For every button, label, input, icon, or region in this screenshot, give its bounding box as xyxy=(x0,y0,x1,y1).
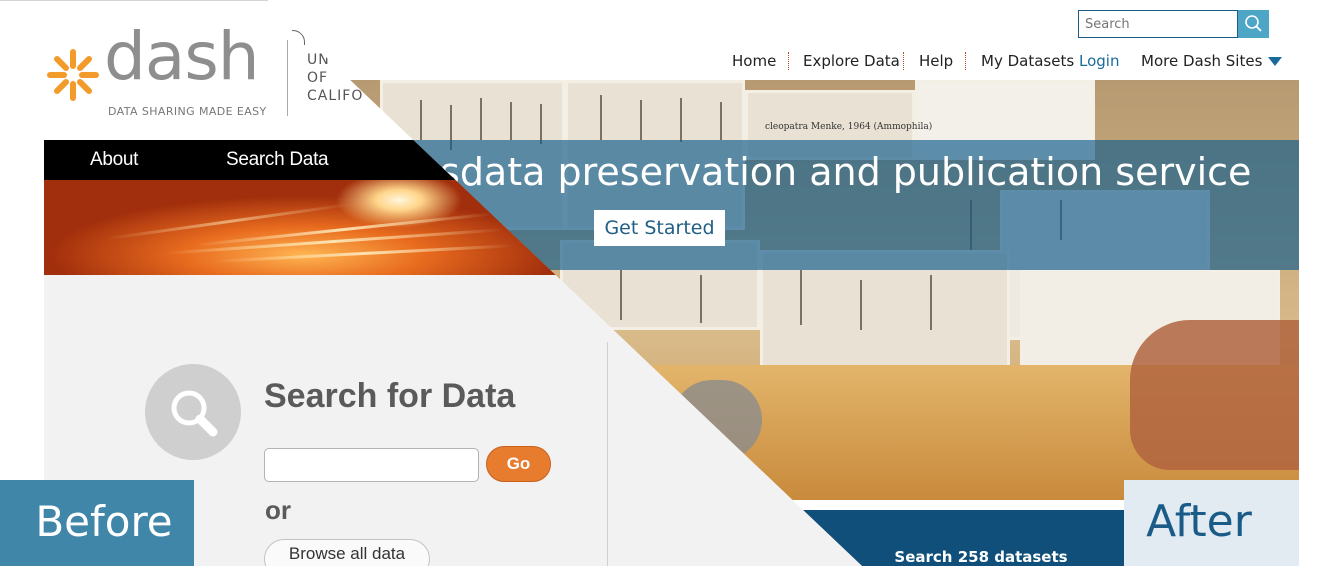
go-button[interactable]: Go xyxy=(486,446,551,482)
after-label: After xyxy=(1146,496,1252,547)
institution-line: OF xyxy=(307,70,329,86)
magnifier-icon xyxy=(171,390,218,437)
site-search-input[interactable] xyxy=(1078,10,1238,38)
insect-specimen xyxy=(640,100,642,140)
nav-help[interactable]: Help xyxy=(919,52,953,72)
hand xyxy=(1130,320,1299,470)
data-search-input[interactable] xyxy=(264,448,479,482)
insect-specimen xyxy=(480,98,482,140)
nav-home[interactable]: Home xyxy=(732,52,776,72)
more-dash-sites-label: More Dash Sites xyxy=(1141,52,1263,70)
browse-all-data-button[interactable]: Browse all data xyxy=(264,539,430,566)
logo-divider xyxy=(287,40,288,116)
insect-specimen xyxy=(420,100,422,140)
dash-logo-icon xyxy=(47,49,99,101)
search-circle-icon xyxy=(145,364,241,460)
nav-my-datasets[interactable]: My Datasets xyxy=(981,52,1074,72)
insect-specimen xyxy=(680,98,682,142)
site-search-button[interactable] xyxy=(1238,10,1269,38)
insect-specimen xyxy=(620,270,622,320)
chevron-down-icon xyxy=(1268,57,1283,66)
nav-search-data[interactable]: Search Data xyxy=(226,149,329,171)
insect-specimen xyxy=(720,102,722,140)
search-icon xyxy=(1245,15,1262,32)
insect-specimen xyxy=(600,95,602,140)
insect-specimen xyxy=(800,270,802,325)
top-rule xyxy=(0,0,268,1)
panel-divider xyxy=(607,342,608,566)
or-text: or xyxy=(265,495,291,525)
insect-specimen xyxy=(540,104,542,144)
insect-specimen xyxy=(700,275,702,323)
nav-explore-data[interactable]: Explore Data xyxy=(803,52,900,72)
more-dash-sites-menu[interactable]: More Dash Sites xyxy=(1141,52,1283,72)
dash-logo-wordmark: dash xyxy=(104,18,260,95)
hero-title-text: data preservation and publication servic… xyxy=(459,150,1252,194)
institution-line: CALIFO xyxy=(307,88,364,104)
insect-specimen xyxy=(930,275,932,330)
before-label: Before xyxy=(35,497,173,546)
nav-about[interactable]: About xyxy=(90,149,138,171)
nav-separator xyxy=(903,52,904,70)
insect-specimen xyxy=(860,280,862,330)
nav-login[interactable]: Login xyxy=(1079,52,1119,72)
logo-tagline: DATA SHARING MADE EASY xyxy=(108,105,267,118)
nav-separator xyxy=(965,52,966,70)
specimen-label: cleopatra Menke, 1964 (Ammophila) xyxy=(765,122,933,132)
nav-separator xyxy=(788,52,789,70)
hero-title: sdata preservation and publication servi… xyxy=(440,150,1251,194)
search-for-data-title: Search for Data xyxy=(264,377,516,415)
get-started-button[interactable]: Get Started xyxy=(594,210,725,246)
insect-specimen xyxy=(510,102,512,140)
